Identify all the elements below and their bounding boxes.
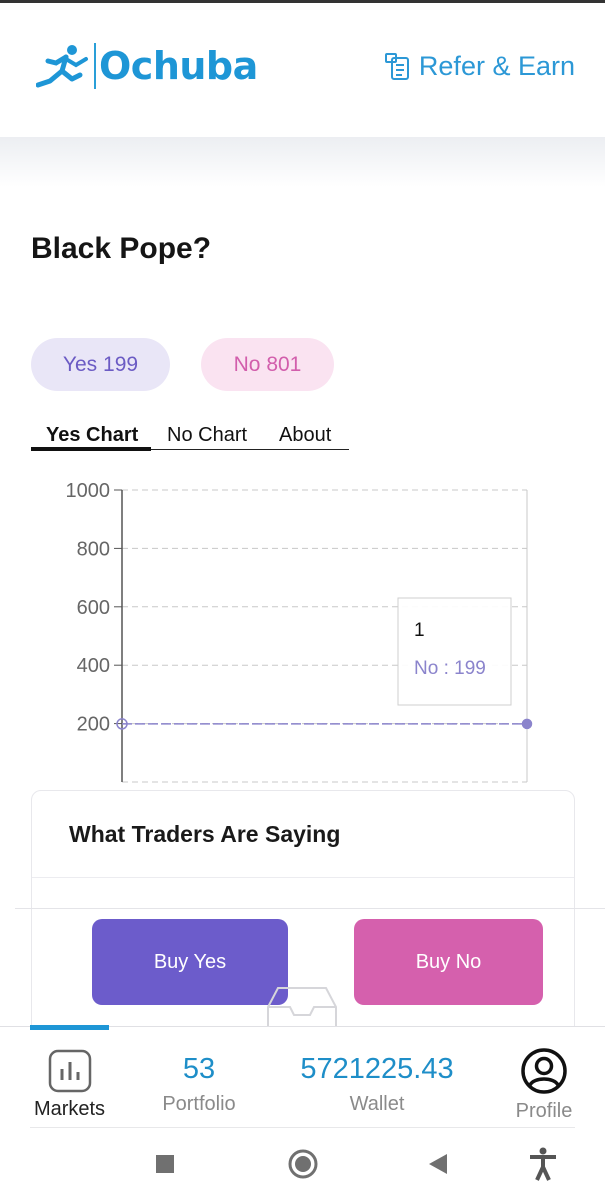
wallet-balance: 5721225.43 [300,1053,454,1085]
y-tick-label: 600 [77,597,110,619]
system-nav-bar [0,1130,605,1200]
buy-yes-button[interactable]: Buy Yes [92,919,288,1005]
recents-icon[interactable] [155,1154,175,1174]
y-tick-label: 200 [77,714,110,736]
buy-no-button[interactable]: Buy No [354,919,543,1005]
nav-profile-label: Profile [515,1100,573,1122]
card-divider [32,877,574,878]
y-tick-label: 800 [77,538,110,560]
home-icon[interactable] [288,1149,318,1179]
accessibility-icon[interactable] [528,1147,558,1181]
empty-inbox-icon [267,987,337,1028]
bottom-nav: Markets 53 Portfolio 5721225.43 Wallet P… [0,1025,605,1130]
active-tab-indicator [31,447,151,451]
logo-separator [94,43,96,89]
nav-markets[interactable]: Markets [30,1027,109,1121]
nav-portfolio-label: Portfolio [162,1093,236,1115]
chart-tooltip [397,597,512,706]
nav-wallet[interactable]: 5721225.43 Wallet [285,1027,469,1116]
tab-no-chart[interactable]: No Chart [167,424,247,447]
brand-logo[interactable]: Ochuba [36,41,258,91]
portfolio-value: 53 [182,1053,216,1085]
y-tick-label: 400 [77,655,110,677]
data-point [521,718,533,730]
y-tick-label: 1000 [66,480,111,502]
nav-divider [30,1127,575,1128]
tab-yes-chart[interactable]: Yes Chart [46,424,138,447]
nav-profile[interactable]: Profile [505,1027,583,1123]
tooltip-title: 1 [414,620,425,641]
refer-earn-link[interactable]: Refer & Earn [383,51,575,82]
price-chart[interactable]: 1000 800 600 400 200 1 No : 199 [0,470,605,790]
header-shadow [0,137,605,187]
tooltip-value: No : 199 [414,658,486,679]
traders-title: What Traders Are Saying [69,821,341,847]
nav-wallet-label: Wallet [349,1093,405,1115]
back-icon[interactable] [427,1153,449,1175]
runner-logo-icon [36,45,88,88]
market-question: Black Pope? [31,232,212,265]
tab-about[interactable]: About [279,424,331,447]
refer-icon [384,52,409,80]
nav-portfolio[interactable]: 53 Portfolio [150,1027,248,1116]
nav-markets-label: Markets [33,1098,106,1120]
no-price-pill[interactable]: No 801 [201,338,334,391]
chart-tabs: Yes Chart No Chart About [31,420,349,451]
app-header: Ochuba Refer & Earn [0,3,605,137]
action-bar-divider [15,908,605,909]
brand-name: Ochuba [99,44,258,88]
refer-label: Refer & Earn [418,51,575,81]
bar-chart-icon [48,1049,91,1093]
yes-price-pill[interactable]: Yes 199 [31,338,170,391]
user-avatar-icon [521,1048,567,1094]
